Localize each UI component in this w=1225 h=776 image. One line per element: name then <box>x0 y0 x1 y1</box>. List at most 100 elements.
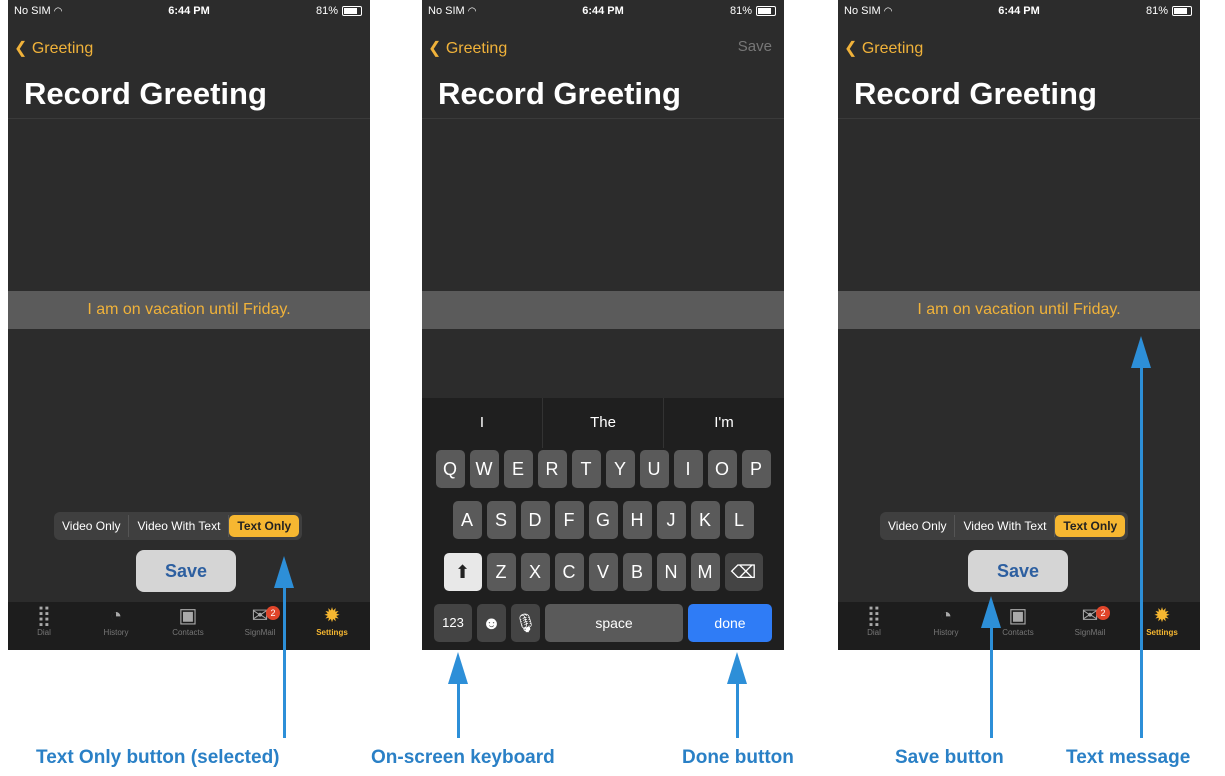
segment-text-only[interactable]: Text Only <box>229 515 300 537</box>
dial-grid-icon: ⣿ <box>866 605 882 627</box>
key-i[interactable]: I <box>673 450 703 488</box>
battery-icon <box>342 6 362 16</box>
callout-text-message: Text message <box>1066 747 1191 768</box>
callout-arrow-line <box>1140 366 1143 738</box>
phone-screen-1: No SIM ◠ 6:44 PM 81% ❮ Greeting Record Gr… <box>8 0 370 650</box>
suggestion-item[interactable]: I <box>422 398 543 448</box>
key-f[interactable]: F <box>554 501 584 539</box>
key-g[interactable]: G <box>588 501 618 539</box>
status-bar: No SIM ◠ 6:44 PM 81% <box>8 0 370 22</box>
chevron-left-icon: ❮ <box>428 40 442 57</box>
key-o[interactable]: O <box>707 450 737 488</box>
key-w[interactable]: W <box>469 450 499 488</box>
callout-arrow-head <box>274 556 294 588</box>
key-p[interactable]: P <box>741 450 771 488</box>
callout-arrow-line <box>457 682 460 738</box>
dial-grid-icon: ⣿ <box>36 605 52 627</box>
callout-arrow-line <box>283 586 286 738</box>
key-a[interactable]: A <box>452 501 482 539</box>
key-v[interactable]: V <box>588 553 618 591</box>
callout-on-screen-keyboard: On-screen keyboard <box>371 747 555 768</box>
tab-contacts[interactable]: ▣ Contacts <box>152 602 224 650</box>
envelope-icon: ✉ <box>1081 605 1099 627</box>
page-title: Record Greeting <box>24 76 267 111</box>
back-button[interactable]: ❮ Greeting <box>844 38 923 58</box>
contacts-book-icon: ▣ <box>178 605 198 627</box>
greeting-text-field[interactable]: I am on vacation until Friday. <box>8 291 370 329</box>
key-u[interactable]: U <box>639 450 669 488</box>
callout-arrow-head <box>981 596 1001 628</box>
gear-icon: ✹ <box>323 605 341 627</box>
back-button[interactable]: ❮ Greeting <box>428 38 507 58</box>
tab-dial[interactable]: ⣿ Dial <box>838 602 910 650</box>
chevron-left-icon: ❮ <box>14 40 28 57</box>
tab-history[interactable]: ◔ History <box>80 602 152 650</box>
page-title: Record Greeting <box>438 76 681 111</box>
nav-save-button[interactable]: Save <box>738 38 772 55</box>
microphone-icon: 🎙 <box>514 613 537 633</box>
phone-screen-3: No SIM ◠ 6:44 PM 81% ❮ Greeting Record Gr… <box>838 0 1200 650</box>
battery-indicator: 81% <box>1146 5 1192 17</box>
signmail-badge: 2 <box>1096 606 1110 620</box>
callout-save-button: Save button <box>895 747 1004 768</box>
key-n[interactable]: N <box>656 553 686 591</box>
back-button[interactable]: ❮ Greeting <box>14 38 93 58</box>
divider <box>422 118 784 119</box>
on-screen-keyboard: I The I'm Q W E R T Y U I O P A S D F G … <box>422 398 784 650</box>
key-j[interactable]: J <box>656 501 686 539</box>
key-k[interactable]: K <box>690 501 720 539</box>
shift-key[interactable]: ⬆ <box>443 553 482 591</box>
key-s[interactable]: S <box>486 501 516 539</box>
save-button[interactable]: Save <box>968 550 1068 592</box>
key-b[interactable]: B <box>622 553 652 591</box>
key-h[interactable]: H <box>622 501 652 539</box>
key-r[interactable]: R <box>537 450 567 488</box>
dictation-key[interactable]: 🎙 <box>511 604 540 642</box>
greeting-text-field[interactable]: I am on vacation until Friday. <box>838 291 1200 329</box>
key-q[interactable]: Q <box>435 450 465 488</box>
key-y[interactable]: Y <box>605 450 635 488</box>
segment-text-only[interactable]: Text Only <box>1055 515 1126 537</box>
chevron-left-icon: ❮ <box>844 40 858 57</box>
callout-arrow-head <box>727 652 747 684</box>
key-t[interactable]: T <box>571 450 601 488</box>
key-m[interactable]: M <box>690 553 720 591</box>
tab-history[interactable]: ◔ History <box>910 602 982 650</box>
key-d[interactable]: D <box>520 501 550 539</box>
key-e[interactable]: E <box>503 450 533 488</box>
callout-arrow-line <box>990 626 993 738</box>
divider <box>838 118 1200 119</box>
key-c[interactable]: C <box>554 553 584 591</box>
tab-settings[interactable]: ✹ Settings <box>1126 602 1198 650</box>
save-button[interactable]: Save <box>136 550 236 592</box>
greeting-text-field[interactable] <box>422 291 784 329</box>
status-bar: No SIM ◠ 6:44 PM 81% <box>838 0 1200 22</box>
suggestion-item[interactable]: I'm <box>664 398 784 448</box>
tab-bar: ⣿ Dial ◔ History ▣ Contacts ✉ 2 SignMail ✹ Set… <box>838 602 1200 650</box>
key-z[interactable]: Z <box>486 553 516 591</box>
tab-dial[interactable]: ⣿ Dial <box>8 602 80 650</box>
shift-arrow-icon: ⬆ <box>454 562 471 582</box>
battery-indicator: 81% <box>730 5 776 17</box>
emoji-icon: ☻ <box>482 613 501 633</box>
phone-screen-2: No SIM ◠ 6:44 PM 81% ❮ Greeting Save Reco… <box>422 0 784 650</box>
signmail-badge: 2 <box>266 606 280 620</box>
space-key[interactable]: space <box>545 604 683 642</box>
segment-video-only[interactable]: Video Only <box>880 515 956 537</box>
tab-settings[interactable]: ✹ Settings <box>296 602 368 650</box>
backspace-key[interactable]: ⌫ <box>724 553 763 591</box>
callout-text-only-button: Text Only button (selected) <box>36 747 280 768</box>
key-l[interactable]: L <box>724 501 754 539</box>
tab-bar: ⣿ Dial ◔ History ▣ Contacts ✉ 2 SignMail ✹ Set… <box>8 602 370 650</box>
done-key[interactable]: done <box>688 604 772 642</box>
key-x[interactable]: X <box>520 553 550 591</box>
backspace-icon: ⌫ <box>730 562 757 582</box>
suggestion-item[interactable]: The <box>543 398 664 448</box>
numbers-key[interactable]: 123 <box>434 604 472 642</box>
segment-video-only[interactable]: Video Only <box>54 515 130 537</box>
status-bar: No SIM ◠ 6:44 PM 81% <box>422 0 784 22</box>
segment-video-with-text[interactable]: Video With Text <box>129 515 230 537</box>
tab-signmail[interactable]: ✉ 2 SignMail <box>1054 602 1126 650</box>
emoji-key[interactable]: ☻ <box>477 604 506 642</box>
segment-video-with-text[interactable]: Video With Text <box>955 515 1056 537</box>
